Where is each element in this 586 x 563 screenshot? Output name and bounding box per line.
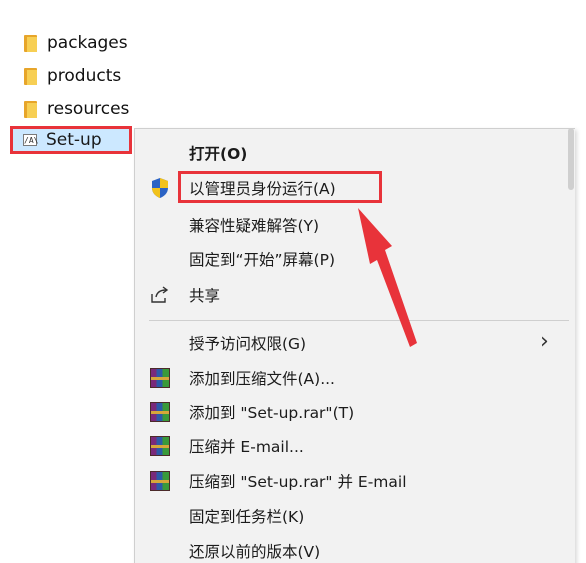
file-item-resources[interactable]: resources: [14, 94, 129, 124]
menu-item-pin-to-start[interactable]: 固定到“开始”屏幕(P): [135, 243, 575, 275]
uac-shield-icon: [149, 177, 171, 199]
file-name: products: [47, 66, 122, 86]
winrar-icon: [149, 367, 171, 389]
menu-item-label: 固定到任务栏(K): [189, 508, 305, 526]
file-name: resources: [47, 99, 130, 119]
menu-separator: [149, 320, 569, 321]
menu-item-pin-to-taskbar[interactable]: 固定到任务栏(K): [135, 500, 575, 532]
menu-item-open[interactable]: 打开(O): [135, 137, 575, 169]
menu-item-label: 兼容性疑难解答(Y): [189, 217, 320, 235]
file-name: Set-up: [46, 130, 102, 150]
menu-item-compress-to-setup-rar-email[interactable]: 压缩到 "Set-up.rar" 并 E-mail: [135, 465, 575, 497]
setup-exe-icon: /A\: [23, 134, 39, 146]
explorer-view: packages products resources /A\ Set-up 打…: [0, 0, 586, 563]
folder-icon: [24, 34, 37, 52]
menu-item-label: 添加到 "Set-up.rar"(T): [189, 404, 355, 422]
scrollbar[interactable]: [568, 128, 574, 190]
winrar-icon: [149, 470, 171, 492]
share-icon: [149, 284, 171, 306]
menu-item-compress-and-email[interactable]: 压缩并 E-mail...: [135, 430, 575, 462]
menu-item-label: 共享: [189, 287, 221, 305]
menu-item-label: 固定到“开始”屏幕(P): [189, 251, 336, 269]
menu-item-add-to-archive[interactable]: 添加到压缩文件(A)...: [135, 362, 575, 394]
winrar-icon: [149, 435, 171, 457]
menu-item-label: 还原以前的版本(V): [189, 543, 321, 561]
menu-item-restore-previous-versions[interactable]: 还原以前的版本(V): [135, 535, 575, 563]
folder-icon: [24, 67, 37, 85]
menu-item-share[interactable]: 共享: [135, 279, 575, 311]
menu-item-add-to-setup-rar[interactable]: 添加到 "Set-up.rar"(T): [135, 396, 575, 428]
winrar-icon: [149, 401, 171, 423]
menu-item-label: 压缩到 "Set-up.rar" 并 E-mail: [189, 473, 407, 491]
chevron-right-icon: ›: [540, 329, 549, 354]
menu-item-label: 打开(O): [189, 145, 248, 163]
file-item-packages[interactable]: packages: [14, 28, 128, 58]
folder-icon: [24, 100, 37, 118]
menu-item-troubleshoot-compat[interactable]: 兼容性疑难解答(Y): [135, 209, 575, 241]
file-name: packages: [47, 33, 128, 53]
menu-item-give-access[interactable]: 授予访问权限(G) ›: [135, 327, 575, 359]
file-item-setup[interactable]: /A\ Set-up: [10, 126, 132, 154]
annotation-highlight-box: [178, 171, 382, 203]
file-item-products[interactable]: products: [14, 61, 121, 91]
menu-item-label: 压缩并 E-mail...: [189, 438, 304, 456]
menu-item-label: 添加到压缩文件(A)...: [189, 370, 335, 388]
menu-item-label: 授予访问权限(G): [189, 335, 307, 353]
